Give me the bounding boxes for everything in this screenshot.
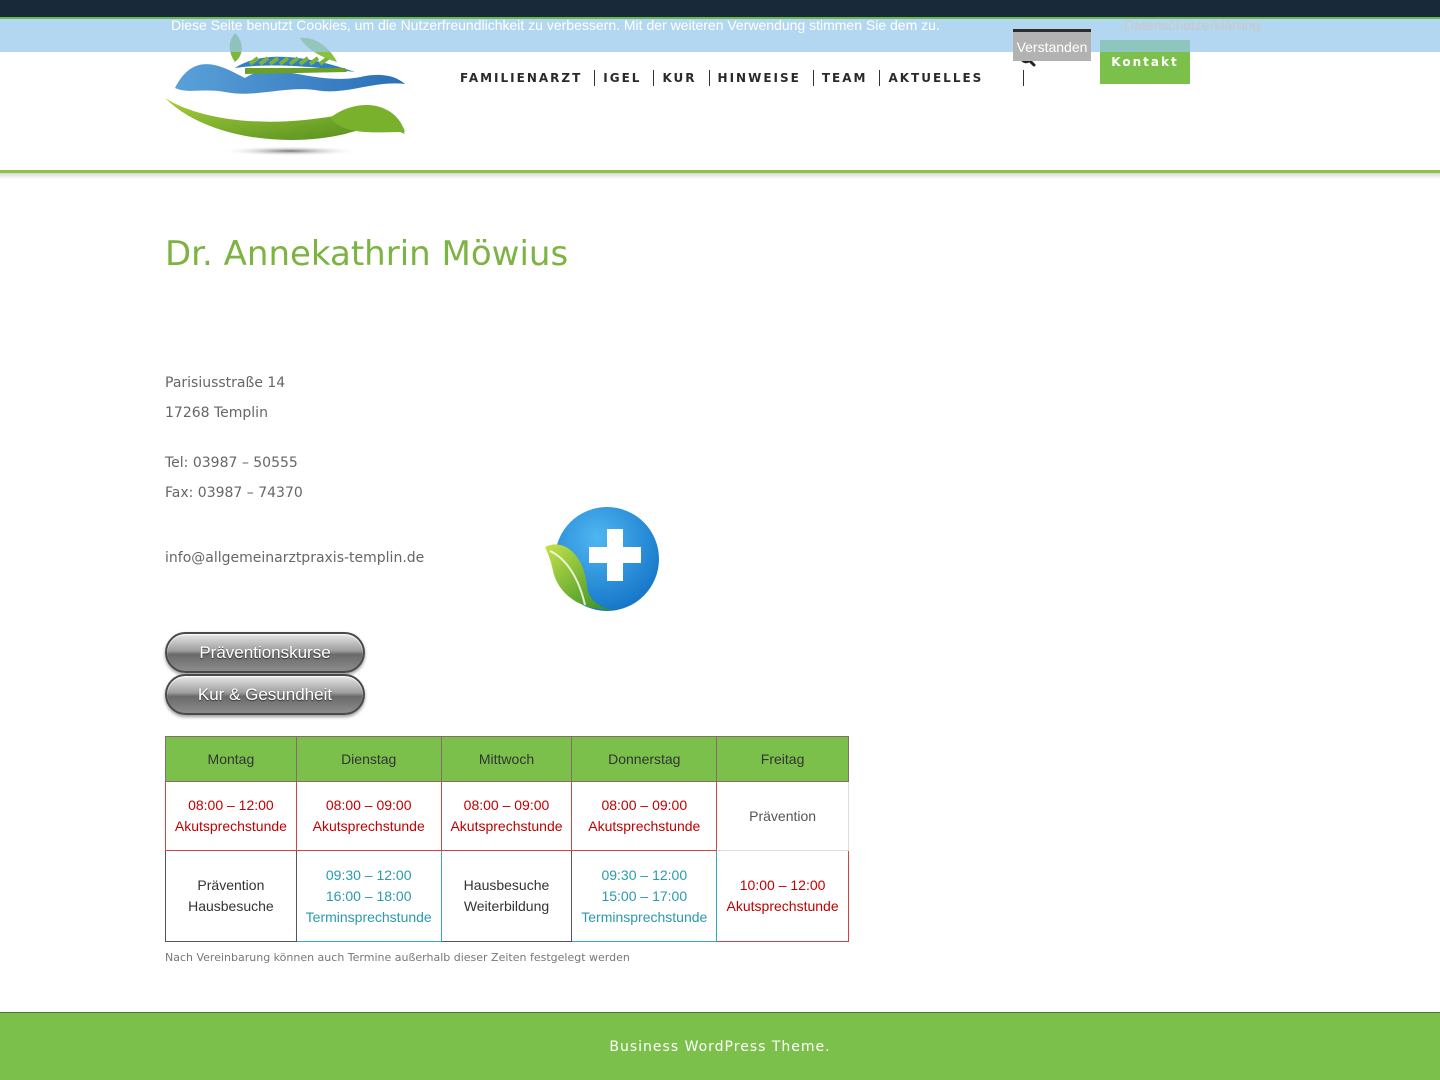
footer-credit-link[interactable]: Business WordPress Theme. [609,1039,830,1055]
kur-gesundheit-button[interactable]: Kur & Gesundheit [165,674,365,715]
table-cell: 08:00 – 09:00 Akutsprechstunde [440,781,573,851]
medical-cross-badge-icon [545,507,659,611]
session-type: Hausbesuche [463,877,550,893]
session-type: Weiterbildung [463,898,550,914]
email-link[interactable]: info@allgemeinarztpraxis-templin.de [165,550,424,566]
site-footer: Business WordPress Theme. [0,1012,1440,1080]
session-type: Akutsprechstunde [450,818,563,834]
session-type: Terminsprechstunde [305,908,432,925]
appointment-note: Nach Vereinbarung können auch Termine au… [165,951,630,964]
day-header: Montag [165,736,297,782]
table-cell: Prävention [716,781,849,851]
cookie-notice-bar: Diese Seite benutzt Cookies, um die Nutz… [0,17,1440,61]
session-type: Akutsprechstunde [588,818,701,834]
nav-igel[interactable]: IGEL [595,70,655,86]
table-row: Prävention Hausbesuche 09:30 – 12:00 16:… [165,850,849,942]
time-range: 08:00 – 09:00 [601,797,688,813]
address-street: Parisiusstraße 14 [165,375,286,391]
nav-hinweise[interactable]: HINWEISE [710,70,814,86]
top-strip [0,0,1440,18]
time-range: 10:00 – 12:00 [739,877,826,893]
session-type: Hausbesuche [188,898,274,914]
nav-team[interactable]: TEAM [814,70,881,86]
day-header: Freitag [716,736,849,782]
table-row: 08:00 – 12:00 Akutsprechstunde 08:00 – 0… [165,781,849,851]
time-range: 09:30 – 12:00 [601,866,688,883]
header-shadow [0,173,1440,179]
page-title: Dr. Annekathrin Möwius [165,234,569,274]
table-header-row: Montag Dienstag Mittwoch Donnerstag Frei… [165,736,849,782]
table-cell: 09:30 – 12:00 15:00 – 17:00 Terminsprech… [571,850,718,942]
nav-aktuelles[interactable]: AKTUELLES [880,70,1025,86]
address-city: 17268 Templin [165,405,268,421]
privacy-policy-link[interactable]: Datenschutzerklärung [1124,18,1260,32]
session-type: Akutsprechstunde [174,818,287,834]
main-nav: FAMILIENARZT IGEL KUR HINWEISE TEAM AKTU… [452,69,1025,87]
cookie-notice-text: Diese Seite benutzt Cookies, um die Nutz… [171,17,940,33]
cookie-accept-button[interactable]: Verstanden [1013,29,1091,61]
time-range: 08:00 – 12:00 [188,797,274,813]
table-cell: Hausbesuche Weiterbildung [440,850,573,942]
table-cell: Prävention Hausbesuche [165,850,297,942]
session-type: Terminsprechstunde [581,908,708,925]
table-cell: 09:30 – 12:00 16:00 – 18:00 Terminsprech… [295,850,442,942]
day-header: Dienstag [295,736,442,782]
nav-kur[interactable]: KUR [654,70,710,86]
praeventionskurse-button[interactable]: Präventionskurse [165,632,365,673]
time-range: 16:00 – 18:00 [325,887,412,904]
session-type: Prävention [197,877,265,893]
session-type: Akutsprechstunde [726,898,839,914]
table-cell: 08:00 – 12:00 Akutsprechstunde [165,781,297,851]
office-hours-table: Montag Dienstag Mittwoch Donnerstag Frei… [165,736,849,942]
session-type: Prävention [749,807,817,824]
session-type: Akutsprechstunde [312,818,425,834]
time-range: 08:00 – 09:00 [325,797,412,813]
time-range: 09:30 – 12:00 [325,866,412,883]
day-header: Donnerstag [571,736,718,782]
fax-number: Fax: 03987 – 74370 [165,485,303,501]
table-cell: 10:00 – 12:00 Akutsprechstunde [716,850,849,942]
time-range: 15:00 – 17:00 [601,887,688,904]
day-header: Mittwoch [440,736,573,782]
table-cell: 08:00 – 09:00 Akutsprechstunde [571,781,718,851]
table-cell: 08:00 – 09:00 Akutsprechstunde [295,781,442,851]
phone-number: Tel: 03987 – 50555 [165,455,298,471]
nav-familienarzt[interactable]: FAMILIENARZT [452,70,596,86]
time-range: 08:00 – 09:00 [463,797,550,813]
